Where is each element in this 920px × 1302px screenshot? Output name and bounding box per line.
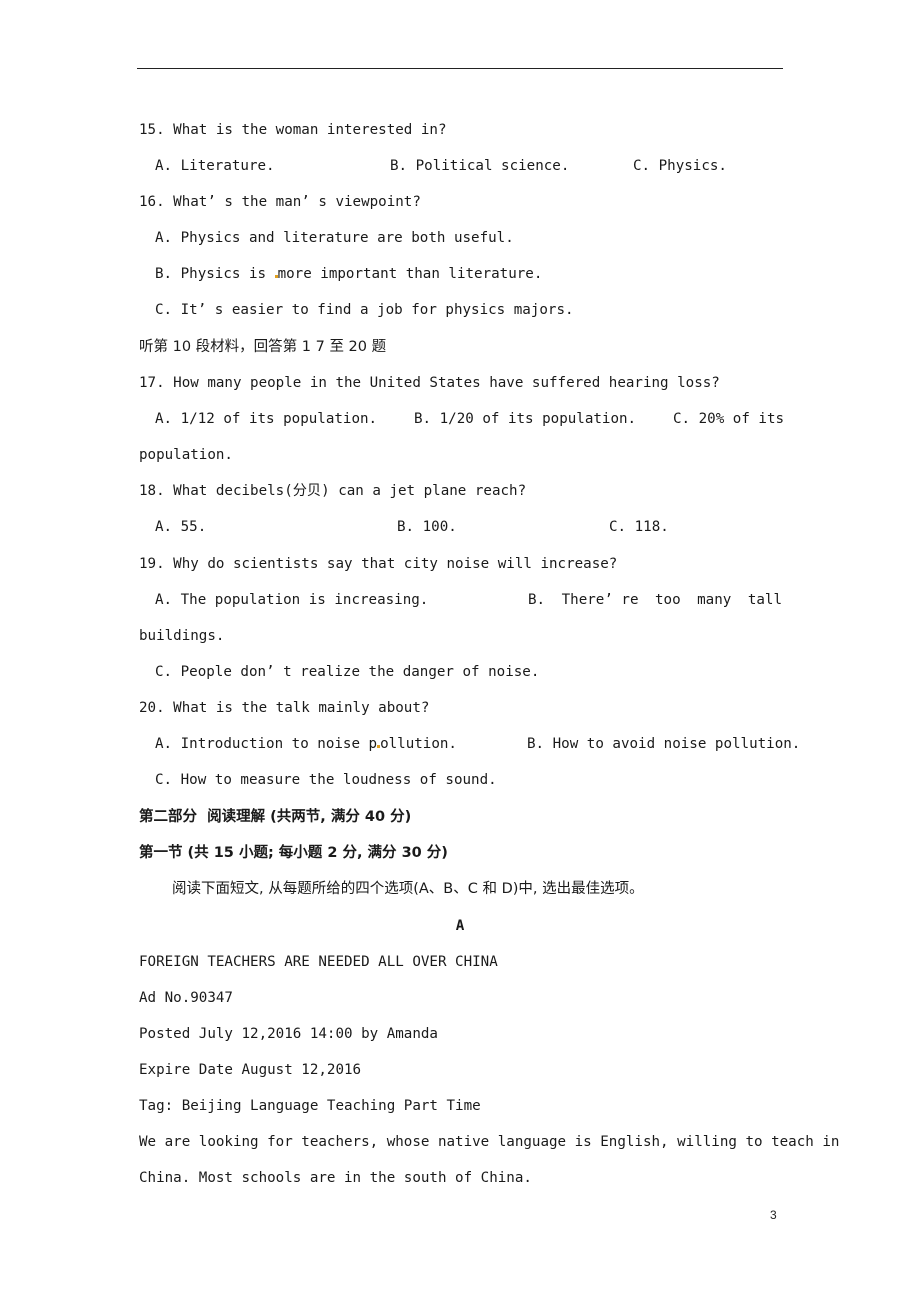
question-18-option-a: A. 55.: [155, 519, 207, 535]
option-text-part: more important than literature.: [277, 266, 543, 282]
header-rule: [137, 68, 783, 69]
question-16-option-c: C. It’ s easier to find a job for physic…: [155, 302, 574, 318]
question-20-option-a: A. Introduction to noise p ollution.: [155, 735, 457, 753]
question-16-option-b: B. Physics is more important than litera…: [155, 265, 542, 283]
expire-date: Expire Date August 12,2016: [139, 1062, 362, 1078]
part-two-title: 第二部分 阅读理解 (共两节, 满分 40 分): [139, 809, 412, 825]
question-20-option-c: C. How to measure the loudness of sound.: [155, 772, 497, 788]
question-15-option-c: C. Physics.: [633, 158, 727, 174]
option-word: B.: [528, 592, 546, 608]
option-word: tall: [747, 592, 782, 608]
option-text-part: ollution.: [380, 736, 457, 752]
page-number: 3: [770, 1208, 777, 1222]
question-19-option-c: C. People don’ t realize the danger of n…: [155, 664, 540, 680]
question-17-stem: 17. How many people in the United States…: [139, 375, 720, 391]
question-20-stem: 20. What is the talk mainly about?: [139, 700, 430, 716]
question-19-option-a: A. The population is increasing.: [155, 592, 429, 608]
question-19-stem: 19. Why do scientists say that city nois…: [139, 556, 618, 572]
option-text-part: A. Introduction to noise p: [155, 736, 378, 752]
passage-body-line: China. Most schools are in the south of …: [139, 1170, 532, 1186]
question-16-stem: 16. What’ s the man’ s viewpoint?: [139, 194, 421, 210]
option-word: too: [655, 592, 681, 608]
question-18-option-c: C. 118.: [609, 519, 669, 535]
option-word: many: [697, 592, 732, 608]
question-15-option-a: A. Literature.: [155, 158, 275, 174]
passage-body-line: We are looking for teachers, whose nativ…: [139, 1134, 840, 1150]
passage-headline: FOREIGN TEACHERS ARE NEEDED ALL OVER CHI…: [139, 954, 498, 970]
question-19-option-b: B. There’ re too many tall: [528, 591, 782, 609]
question-18-option-b: B. 100.: [397, 519, 457, 535]
question-16-option-a: A. Physics and literature are both usefu…: [155, 230, 514, 246]
question-17-option-b: B. 1/20 of its population.: [414, 411, 637, 427]
ad-number: Ad No.90347: [139, 990, 233, 1006]
tags: Tag: Beijing Language Teaching Part Time: [139, 1098, 481, 1114]
listening-instruction: 听第 10 段材料，回答第 1 7 至 20 题: [139, 339, 387, 355]
question-18-stem: 18. What decibels(分贝) can a jet plane re…: [139, 483, 527, 499]
question-20-option-b: B. How to avoid noise pollution.: [527, 736, 801, 752]
option-word: There’ re: [561, 592, 639, 608]
reading-instruction: 阅读下面短文, 从每题所给的四个选项(A、B、C 和 D)中, 选出最佳选项。: [172, 881, 644, 897]
passage-label: A: [455, 918, 465, 934]
posted-info: Posted July 12,2016 14:00 by Amanda: [139, 1026, 438, 1042]
option-text-part: B. Physics is: [155, 266, 275, 282]
question-17-option-c-continued: population.: [139, 447, 233, 463]
question-17-option-c: C. 20% of its: [673, 411, 785, 427]
question-17-option-a: A. 1/12 of its population.: [155, 411, 378, 427]
section-one-title: 第一节 (共 15 小题; 每小题 2 分, 满分 30 分): [139, 845, 448, 861]
question-19-option-b-continued: buildings.: [139, 628, 225, 644]
question-15-option-b: B. Political science.: [390, 158, 570, 174]
question-15-stem: 15. What is the woman interested in?: [139, 122, 447, 138]
